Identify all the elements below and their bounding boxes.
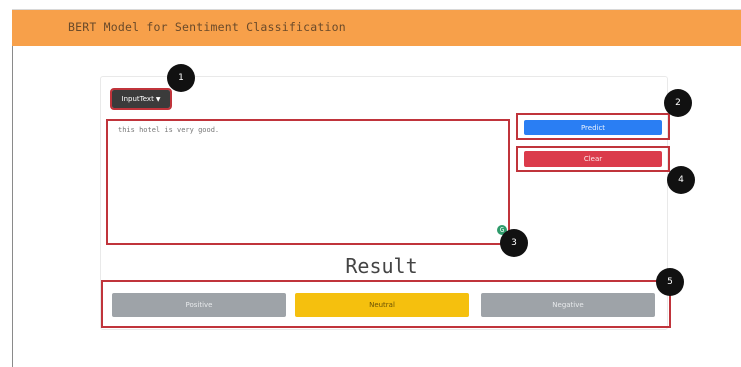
result-negative: Negative bbox=[481, 293, 655, 317]
result-heading: Result bbox=[345, 254, 418, 278]
app-title: BERT Model for Sentiment Classification bbox=[68, 20, 346, 34]
app-header: BERT Model for Sentiment Classification bbox=[12, 10, 741, 46]
annotation-badge-1: 1 bbox=[167, 64, 195, 92]
dropdown-label: InputText bbox=[121, 95, 154, 103]
annotation-badge-5: 5 bbox=[656, 268, 684, 296]
window-left-border bbox=[12, 44, 13, 367]
annotation-badge-3: 3 bbox=[500, 229, 528, 257]
clear-button[interactable]: Clear bbox=[524, 151, 662, 167]
input-text: this hotel is very good. bbox=[118, 126, 220, 134]
clear-highlight: Clear bbox=[516, 146, 670, 172]
input-type-dropdown[interactable]: InputText ▼ bbox=[110, 88, 172, 110]
text-input-area[interactable]: this hotel is very good. G bbox=[106, 119, 510, 245]
caret-down-icon: ▼ bbox=[155, 95, 161, 103]
annotation-badge-2: 2 bbox=[664, 89, 692, 117]
result-positive: Positive bbox=[112, 293, 286, 317]
predict-button[interactable]: Predict bbox=[524, 120, 662, 135]
predict-highlight: Predict bbox=[516, 113, 670, 140]
result-highlight: Positive Neutral Negative bbox=[101, 280, 671, 328]
annotation-badge-4: 4 bbox=[667, 166, 695, 194]
result-neutral: Neutral bbox=[295, 293, 469, 317]
